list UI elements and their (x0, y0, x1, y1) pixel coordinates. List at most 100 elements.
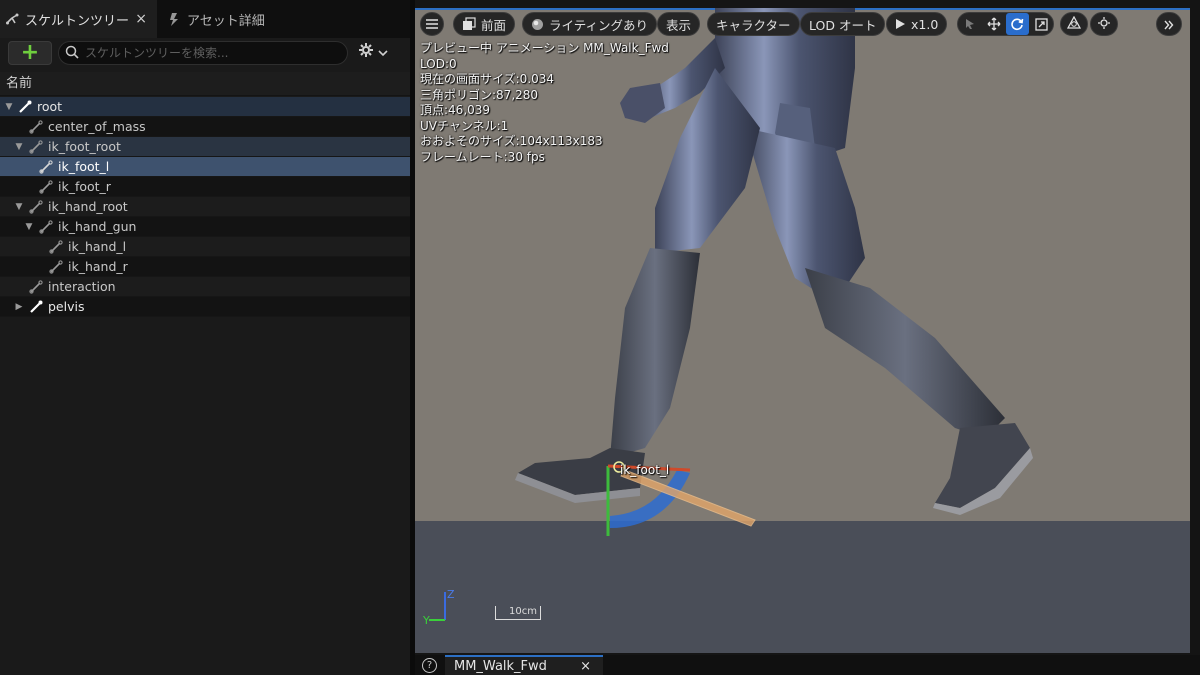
bone-icon (29, 280, 43, 294)
hamburger-icon (426, 17, 438, 32)
stats-line: フレームレート:30 fps (420, 149, 545, 164)
tree-row-ik-foot-r[interactable]: ik_foot_r (0, 177, 410, 197)
bone-label: pelvis (48, 299, 85, 314)
bone-icon (29, 120, 43, 134)
view-mode-label: 前面 (481, 17, 507, 33)
snap-icon (1097, 15, 1111, 34)
side-panel-collapsed[interactable] (1190, 0, 1200, 675)
bone-name-label: ik_foot_l (620, 463, 670, 477)
tree-row-center-of-mass[interactable]: center_of_mass (0, 117, 410, 137)
bone-label: center_of_mass (48, 119, 146, 134)
stats-line: 頂点:46,039 (420, 103, 491, 117)
tab-skeleton-tree[interactable]: スケルトンツリー × (0, 0, 157, 38)
tree-row-pelvis[interactable]: ▶ pelvis (0, 297, 410, 317)
translate-icon[interactable] (982, 13, 1006, 35)
column-header-name[interactable]: 名前 (0, 72, 410, 96)
bone-icon (29, 140, 43, 154)
bottom-tab-bar: ? MM_Walk_Fwd × (415, 655, 1200, 675)
transform-tools-group (957, 12, 1054, 36)
tree-row-interaction[interactable]: interaction (0, 277, 410, 297)
local-space-icon (1066, 15, 1082, 34)
axis-z-label: Z (447, 588, 455, 601)
bone-label: ik_foot_root (48, 139, 121, 154)
viewport-stats: プレビュー中 アニメーション MM_Walk_Fwd LOD:0 現在の画面サイ… (420, 41, 669, 165)
add-icon: + (20, 40, 40, 65)
tree-row-ik-foot-root[interactable]: ▼ ik_foot_root (0, 137, 410, 157)
lighting-button[interactable]: ライティングあり (522, 12, 658, 36)
skeleton-tree-icon (4, 10, 22, 28)
tree-row-ik-hand-root[interactable]: ▼ ik_hand_root (0, 197, 410, 217)
view-mode-button[interactable]: 前面 (453, 12, 516, 36)
panel-tab-bar: スケルトンツリー × アセット詳細 (0, 0, 410, 38)
expand-toolbar-button[interactable] (1156, 12, 1182, 36)
skeleton-tree-panel: スケルトンツリー × アセット詳細 + 名前 (0, 0, 410, 675)
scale-icon[interactable] (1029, 13, 1053, 35)
bone-icon (49, 240, 63, 254)
playback-speed-button[interactable]: x1.0 (886, 12, 948, 36)
stats-line: おおよそのサイズ:104x113x183 (420, 134, 603, 148)
select-icon[interactable] (958, 13, 982, 35)
lighting-sphere-icon (531, 18, 544, 31)
camera-view-icon (462, 17, 476, 31)
chevron-down-icon (378, 43, 388, 62)
tab-animation-asset[interactable]: MM_Walk_Fwd × (445, 655, 603, 675)
lod-button[interactable]: LOD オート (800, 12, 886, 36)
bone-icon (19, 100, 32, 113)
viewport-menu-button[interactable] (420, 12, 444, 36)
bone-label: ik_hand_r (68, 259, 128, 274)
tree-row-ik-hand-gun[interactable]: ▼ ik_hand_gun (0, 217, 410, 237)
coordinate-space-button[interactable] (1060, 12, 1088, 36)
play-icon (895, 18, 906, 30)
bone-icon (39, 180, 53, 194)
close-icon[interactable]: × (580, 659, 591, 674)
bone-icon (29, 200, 43, 214)
expand-arrow-icon[interactable]: ▼ (4, 97, 14, 117)
bone-label: interaction (48, 279, 116, 294)
character-button[interactable]: キャラクター (707, 12, 800, 36)
tree-row-root[interactable]: ▼ root (0, 97, 410, 117)
bone-label: ik_hand_root (48, 199, 128, 214)
axis-y-label: Y (423, 614, 430, 627)
settings-dropdown[interactable] (358, 42, 388, 62)
scale-label: 10cm (509, 606, 537, 617)
tab-close-button[interactable]: × (135, 11, 147, 27)
lod-label: LOD オート (809, 17, 877, 33)
search-icon (65, 44, 79, 63)
show-label: 表示 (666, 17, 692, 33)
add-button[interactable]: + (8, 41, 52, 65)
bone-icon (30, 300, 43, 313)
viewport[interactable]: 前面 ライティングあり 表示 キャラクター LOD オート x1.0 プレビュー… (415, 8, 1190, 653)
bone-tree: ▼ root center_of_mass ▼ ik_foot_root ik_… (0, 97, 410, 317)
search-box[interactable] (58, 41, 348, 65)
search-input[interactable] (85, 46, 325, 60)
stats-line: UVチャンネル:1 (420, 118, 509, 133)
tab-asset-details[interactable]: アセット詳細 (160, 0, 320, 38)
tab-skeleton-tree-label: スケルトンツリー (25, 13, 130, 29)
tree-row-ik-foot-l[interactable]: ik_foot_l (0, 157, 410, 177)
show-button[interactable]: 表示 (657, 12, 701, 36)
tree-row-ik-hand-r[interactable]: ik_hand_r (0, 257, 410, 277)
stats-line: LOD:0 (420, 56, 457, 71)
help-icon[interactable]: ? (422, 658, 437, 673)
bone-label: ik_foot_r (58, 179, 111, 194)
asset-details-icon (166, 10, 184, 28)
expand-arrow-icon[interactable]: ▼ (14, 197, 24, 217)
tree-row-ik-hand-l[interactable]: ik_hand_l (0, 237, 410, 257)
character-label: キャラクター (716, 17, 791, 33)
bone-icon (39, 220, 53, 234)
tab-animation-label: MM_Walk_Fwd (454, 658, 547, 674)
expand-arrow-icon[interactable]: ▼ (14, 137, 24, 157)
tab-asset-details-label: アセット詳細 (187, 13, 265, 29)
snap-settings-button[interactable] (1090, 12, 1118, 36)
tree-toolbar: + (0, 38, 410, 68)
bone-icon (39, 160, 53, 174)
bone-label: root (37, 99, 63, 114)
expand-arrow-icon[interactable]: ▼ (24, 217, 34, 237)
lighting-label: ライティングあり (549, 17, 649, 33)
stats-line: 三角ポリゴン:87,280 (420, 87, 539, 102)
playback-speed-label: x1.0 (911, 16, 939, 32)
rotate-icon[interactable] (1005, 13, 1030, 35)
stats-line: プレビュー中 アニメーション MM_Walk_Fwd (420, 41, 669, 55)
double-chevron-right-icon (1164, 15, 1174, 34)
collapsed-arrow-icon[interactable]: ▶ (14, 297, 24, 317)
